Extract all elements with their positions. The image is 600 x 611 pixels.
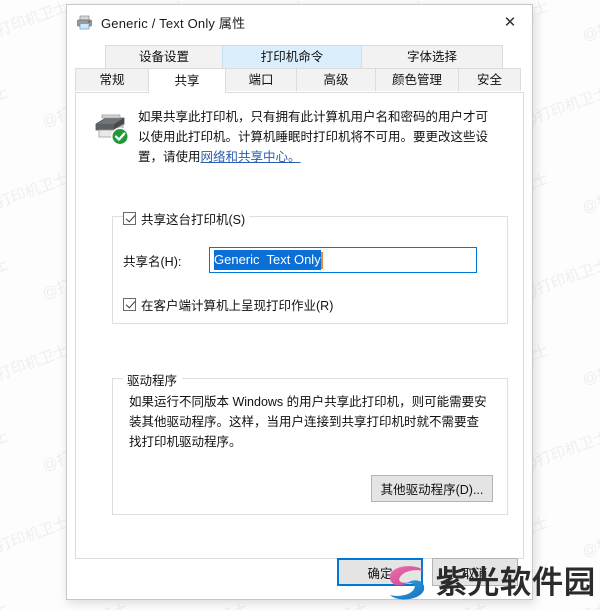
- driver-group-title: 驱动程序: [123, 370, 183, 389]
- sharing-info-text: 如果共享此打印机，只有拥有此计算机用户名和密码的用户才可以使用此打印机。计算机睡…: [138, 107, 493, 167]
- brand-watermark: 紫光软件园: [384, 560, 596, 606]
- checkbox-icon: [123, 298, 136, 311]
- share-this-printer-label: 共享这台打印机(S): [141, 213, 246, 227]
- watermark-text: @打印机卫士: [0, 597, 11, 610]
- watermark-text: @打印机卫士: [0, 428, 11, 475]
- tab-ports[interactable]: 端口: [225, 68, 297, 91]
- share-name-label: 共享名(H):: [123, 254, 182, 269]
- window-title: Generic / Text Only 属性: [101, 15, 246, 31]
- watermark-text: @打印机卫士: [580, 514, 600, 561]
- tab-general[interactable]: 常规: [75, 68, 149, 91]
- brand-name: 紫光软件园: [436, 564, 596, 601]
- watermark-text: @打印机卫士: [580, 170, 600, 217]
- watermark-text: @打印机卫士: [0, 84, 11, 131]
- tab-sharing[interactable]: 共享: [148, 68, 226, 93]
- printer-shared-ok-icon: [90, 109, 132, 147]
- additional-drivers-button[interactable]: 其他驱动程序(D)...: [371, 475, 493, 502]
- watermark-text: @打印机卫士: [0, 256, 11, 303]
- title-bar: Generic / Text Only 属性 ✕: [67, 5, 532, 39]
- tab-color-management[interactable]: 颜色管理: [375, 68, 459, 91]
- swirl-logo-icon: [384, 560, 430, 606]
- text-caret: [320, 251, 323, 269]
- share-this-printer-checkbox[interactable]: 共享这台打印机(S): [123, 209, 250, 228]
- render-jobs-on-client-label: 在客户端计算机上呈现打印作业(R): [141, 299, 334, 313]
- watermark-text: @打印机卫士: [580, 342, 600, 389]
- watermark-text: @打印机卫士: [0, 170, 71, 217]
- watermark-text: @打印机卫士: [0, 514, 71, 561]
- close-icon[interactable]: ✕: [488, 5, 532, 39]
- driver-group: 驱动程序 如果运行不同版本 Windows 的用户共享此打印机，则可能需要安装其…: [112, 370, 508, 515]
- tab-advanced[interactable]: 高级: [296, 68, 376, 91]
- printer-icon: [76, 14, 93, 31]
- driver-description: 如果运行不同版本 Windows 的用户共享此打印机，则可能需要安装其他驱动程序…: [129, 395, 487, 449]
- tab-strip: 设备设置 打印机命令 字体选择 常规 共享 端口 高级 颜色管理 安全: [67, 39, 532, 93]
- tab-security[interactable]: 安全: [458, 68, 521, 91]
- checkbox-icon: [123, 212, 136, 225]
- share-name-value: Generic Text Only: [214, 250, 321, 270]
- share-name-row: 共享名(H): Generic Text Only: [123, 247, 477, 273]
- sharing-tab-page: 如果共享此打印机，只有拥有此计算机用户名和密码的用户才可以使用此打印机。计算机睡…: [75, 92, 524, 559]
- watermark-text: @打印机卫士: [580, 0, 600, 45]
- share-name-input[interactable]: Generic Text Only: [209, 247, 477, 273]
- watermark-text: @打印机卫士: [0, 0, 71, 45]
- share-settings-group: 共享这台打印机(S) 共享名(H): Generic Text Only 在客户…: [112, 209, 508, 324]
- printer-properties-dialog: Generic / Text Only 属性 ✕ 设备设置 打印机命令 字体选择…: [66, 4, 533, 600]
- sharing-info: 如果共享此打印机，只有拥有此计算机用户名和密码的用户才可以使用此打印机。计算机睡…: [76, 93, 523, 167]
- tab-printer-commands[interactable]: 打印机命令: [222, 45, 362, 68]
- tab-font-selection[interactable]: 字体选择: [361, 45, 503, 68]
- page-background: @打印机卫士 @打印机卫士 @打印机卫士 @打印机卫士 @打印机卫士 @打印机卫士 @打印机…: [0, 0, 600, 610]
- render-jobs-on-client-checkbox[interactable]: 在客户端计算机上呈现打印作业(R): [123, 295, 333, 314]
- tab-row-bottom: 常规 共享 端口 高级 颜色管理 安全: [75, 68, 524, 93]
- tab-device-settings[interactable]: 设备设置: [105, 45, 223, 68]
- network-sharing-center-link[interactable]: 网络和共享中心。: [201, 150, 301, 164]
- sharing-info-body: 如果共享此打印机，只有拥有此计算机用户名和密码的用户才可以使用此打印机。计算机睡…: [138, 110, 489, 164]
- tab-row-top: 设备设置 打印机命令 字体选择: [75, 45, 524, 68]
- watermark-text: @打印机卫士: [0, 342, 71, 389]
